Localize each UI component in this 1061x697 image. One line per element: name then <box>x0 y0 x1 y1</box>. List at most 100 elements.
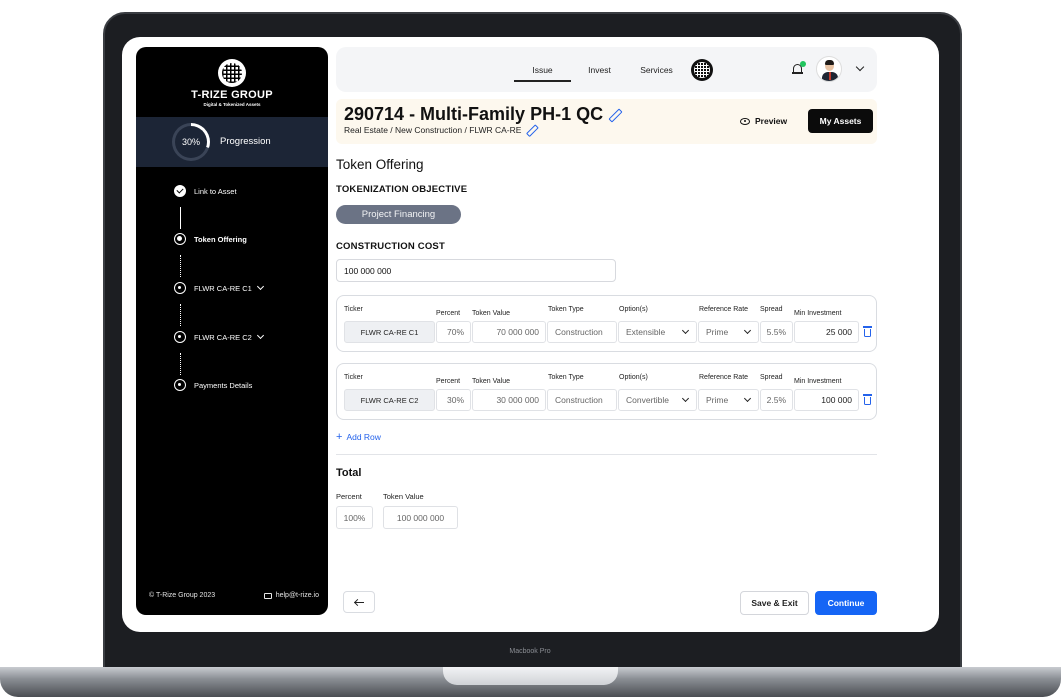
col-header-min-investment: Min Investment <box>794 378 842 385</box>
ticker-field[interactable]: FLWR CA-RE C2 <box>344 389 435 411</box>
token-row-1: Ticker Percent Token Value Token Type Op… <box>336 295 877 352</box>
option-value: Extensible <box>626 327 666 337</box>
edit-pencil-icon[interactable] <box>527 125 537 135</box>
help-email-link[interactable]: help@t-rize.io <box>263 592 319 599</box>
col-header-token-value: Token Value <box>472 310 511 317</box>
option-select[interactable]: Convertible <box>618 389 697 411</box>
progress-label: Progression <box>220 136 271 147</box>
token-value-field[interactable]: 70 000 000 <box>472 321 546 343</box>
total-percent-value: 100% <box>336 506 373 529</box>
chevron-down-icon[interactable] <box>855 62 865 72</box>
step-label: FLWR CA-RE C2 <box>194 332 252 342</box>
chevron-down-icon <box>743 394 752 403</box>
plus-icon: + <box>336 431 343 443</box>
option-value: Convertible <box>626 395 669 405</box>
save-exit-button[interactable]: Save & Exit <box>740 591 809 615</box>
brand-logo: T-RIZE GROUP Digital & Tokenized Assets <box>136 59 328 107</box>
breadcrumb: Real Estate / New Construction / FLWR CA… <box>344 125 522 135</box>
step-label: FLWR CA-RE C1 <box>194 283 252 293</box>
user-avatar[interactable] <box>816 56 842 82</box>
percent-field[interactable]: 70% <box>436 321 471 343</box>
min-investment-field[interactable]: 25 000 <box>794 321 859 343</box>
pending-step-icon <box>174 379 186 391</box>
pending-step-icon <box>174 331 186 343</box>
notification-dot <box>800 61 806 67</box>
add-row-button[interactable]: + Add Row <box>336 431 381 443</box>
chevron-down-icon <box>681 394 690 403</box>
min-investment-field[interactable]: 100 000 <box>794 389 859 411</box>
token-row-2: Ticker Percent Token Value Token Type Op… <box>336 363 877 420</box>
back-button[interactable] <box>343 591 375 613</box>
my-assets-button[interactable]: My Assets <box>808 109 873 133</box>
step-payments-details[interactable]: Payments Details <box>174 379 252 391</box>
step-flwr-ca-re-c2[interactable]: FLWR CA-RE C2 <box>174 331 264 343</box>
option-select[interactable]: Extensible <box>618 321 697 343</box>
spread-field[interactable]: 2.5% <box>760 389 793 411</box>
add-row-label: Add Row <box>346 432 381 442</box>
edit-pencil-icon[interactable] <box>609 109 621 121</box>
col-header-ticker: Ticker <box>344 374 363 381</box>
progress-panel: 30% Progression <box>136 117 328 167</box>
chevron-down-icon[interactable] <box>256 282 264 291</box>
mail-icon <box>263 592 272 599</box>
asset-title-row: 290714 - Multi-Family PH-1 QC <box>344 104 621 125</box>
tab-services[interactable]: Services <box>628 58 685 82</box>
col-header-options: Option(s) <box>619 306 648 313</box>
objective-pill[interactable]: Project Financing <box>336 205 461 224</box>
col-header-token-value: Token Value <box>472 378 511 385</box>
asset-header: 290714 - Multi-Family PH-1 QC Real Estat… <box>336 99 877 144</box>
continue-button[interactable]: Continue <box>815 591 877 615</box>
step-label: Payments Details <box>194 380 253 390</box>
construction-cost-input[interactable]: 100 000 000 <box>336 259 616 282</box>
step-token-offering[interactable]: Token Offering <box>174 233 247 245</box>
percent-field[interactable]: 30% <box>436 389 471 411</box>
ticker-field[interactable]: FLWR CA-RE C1 <box>344 321 435 343</box>
asset-title: 290714 - Multi-Family PH-1 QC <box>344 104 604 124</box>
trash-icon[interactable] <box>863 326 872 337</box>
check-circle-icon <box>174 185 186 197</box>
eye-icon <box>740 117 750 125</box>
progress-percent: 30% <box>181 137 200 147</box>
step-label: Link to Asset <box>194 186 237 196</box>
chevron-down-icon[interactable] <box>256 331 264 340</box>
col-header-options: Option(s) <box>619 374 648 381</box>
current-step-icon <box>174 233 186 245</box>
trash-icon[interactable] <box>863 394 872 405</box>
reference-rate-value: Prime <box>706 395 729 405</box>
step-link-to-asset[interactable]: Link to Asset <box>174 185 237 197</box>
chevron-down-icon <box>681 326 690 335</box>
copyright-text: © T-Rize Group 2023 <box>149 592 216 599</box>
step-label: Token Offering <box>194 234 247 244</box>
preview-button[interactable]: Preview <box>740 112 787 130</box>
globe-logo-icon <box>218 59 246 87</box>
globe-icon[interactable] <box>691 58 713 81</box>
main-nav: Issue Invest Services <box>514 47 713 92</box>
step-connector <box>179 353 181 375</box>
tokenization-objective-label: TOKENIZATION OBJECTIVE <box>336 184 468 195</box>
token-type-field[interactable]: Construction <box>547 389 617 411</box>
col-header-min-investment: Min Investment <box>794 310 842 317</box>
device-label: Macbook Pro <box>509 648 551 655</box>
step-flwr-ca-re-c1[interactable]: FLWR CA-RE C1 <box>174 282 264 294</box>
total-percent-label: Percent <box>336 492 362 501</box>
tab-invest[interactable]: Invest <box>571 58 628 82</box>
total-token-value: 100 000 000 <box>383 506 458 529</box>
reference-rate-select[interactable]: Prime <box>698 389 759 411</box>
notification-bell-icon[interactable] <box>792 61 806 75</box>
laptop-notch <box>443 667 618 685</box>
col-header-percent: Percent <box>436 310 461 317</box>
brand-name: T-RIZE GROUP <box>191 89 273 101</box>
col-header-token-type: Token Type <box>548 306 584 313</box>
spread-field[interactable]: 5.5% <box>760 321 793 343</box>
token-value-field[interactable]: 30 000 000 <box>472 389 546 411</box>
total-token-value-label: Token Value <box>383 492 424 501</box>
brand-tagline: Digital & Tokenized Assets <box>203 102 261 107</box>
tab-issue[interactable]: Issue <box>514 58 571 82</box>
col-header-ticker: Ticker <box>344 306 363 313</box>
token-type-field[interactable]: Construction <box>547 321 617 343</box>
asset-breadcrumb-row: Real Estate / New Construction / FLWR CA… <box>344 125 537 135</box>
reference-rate-select[interactable]: Prime <box>698 321 759 343</box>
col-header-spread: Spread <box>760 306 783 313</box>
col-header-reference-rate: Reference Rate <box>699 306 749 313</box>
construction-cost-label: CONSTRUCTION COST <box>336 241 445 252</box>
